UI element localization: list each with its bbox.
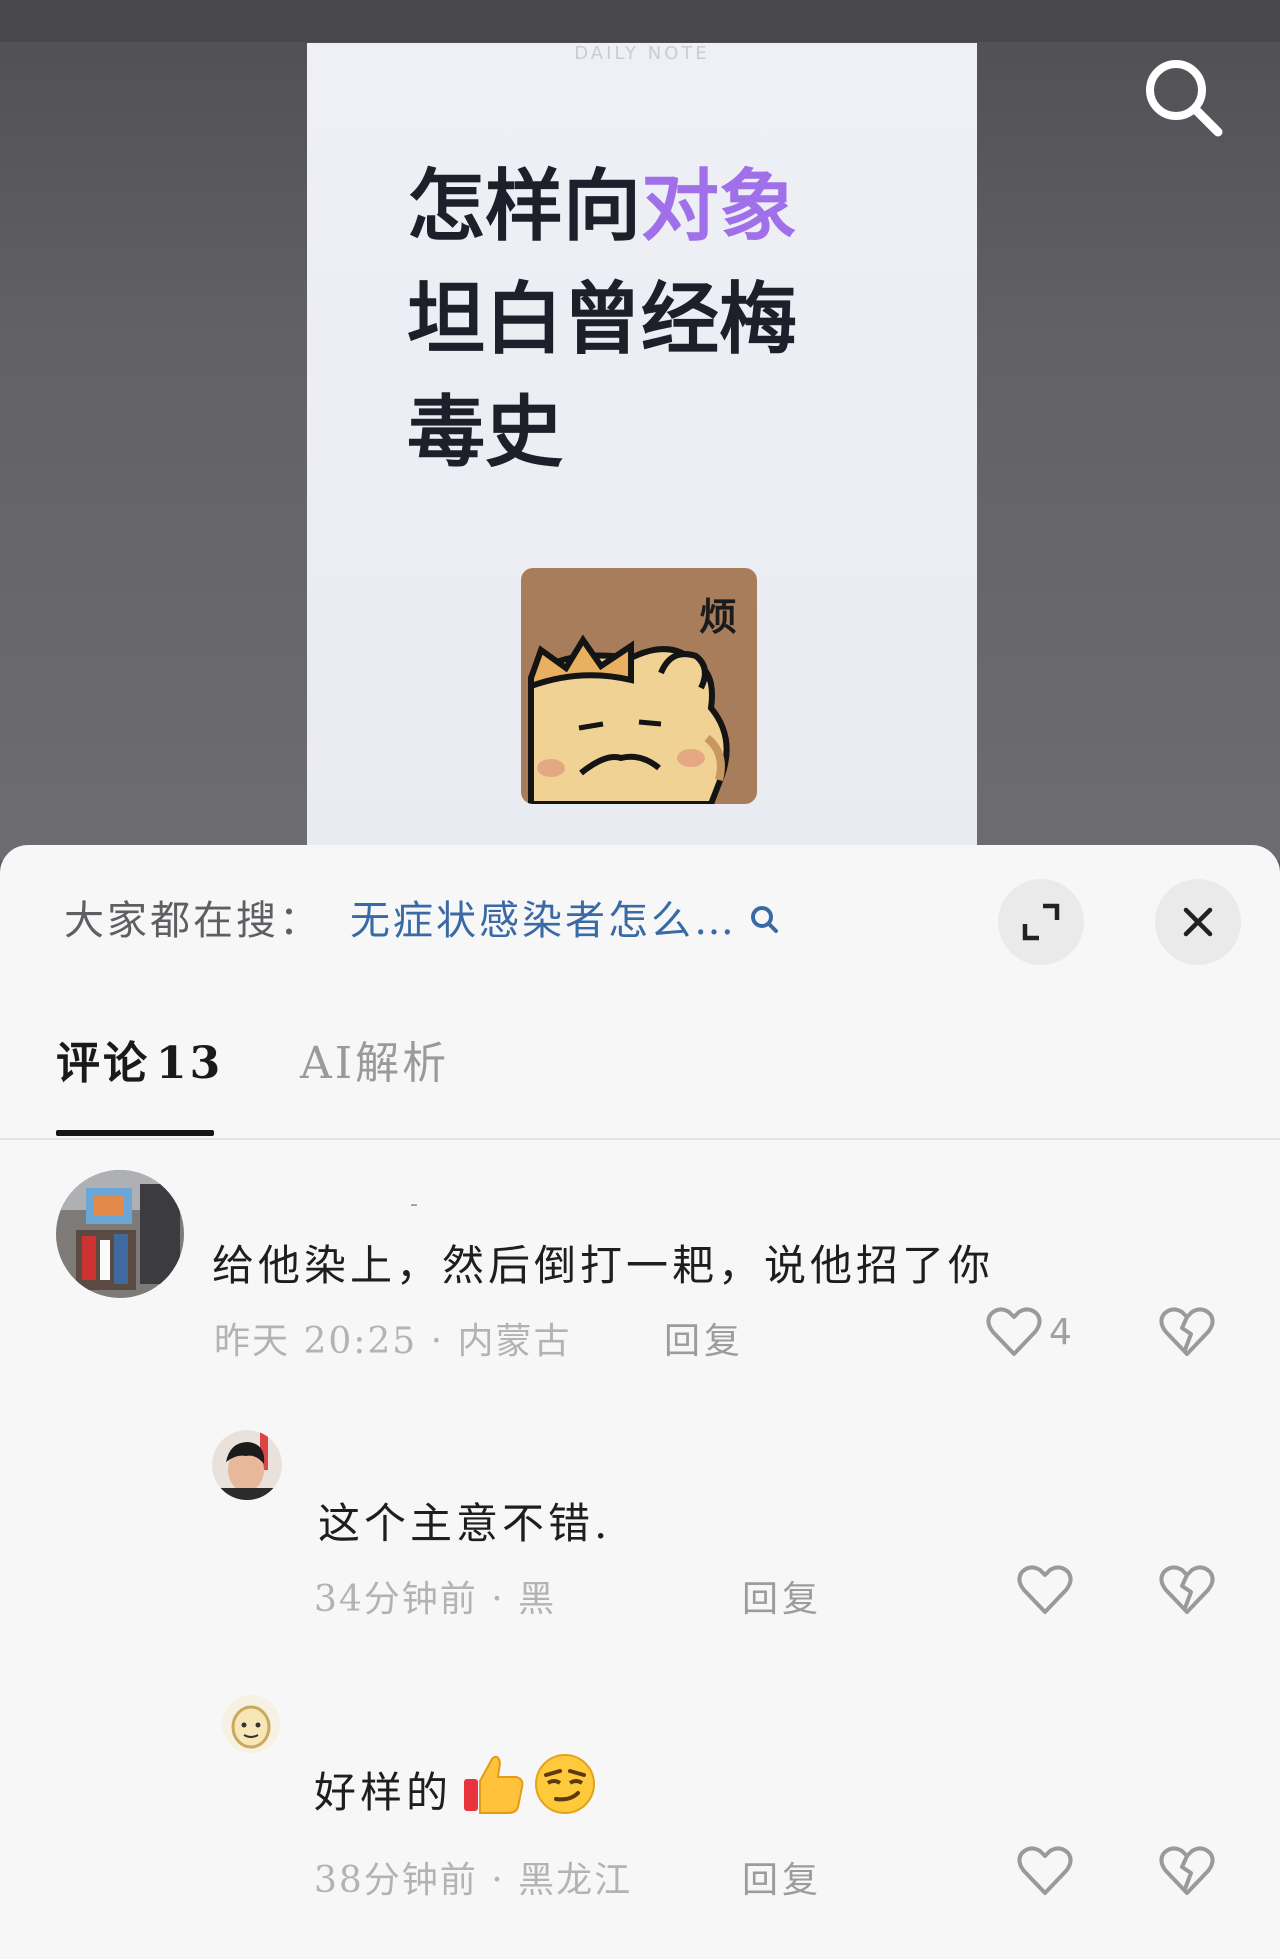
post-title: 怎样向对象 坦白曾经梅 毒史 bbox=[407, 151, 927, 490]
tab-comments-count: 13 bbox=[156, 1038, 224, 1089]
reply-item: 好样的 38分钟前 · 黑龙江 回复 bbox=[0, 1695, 1280, 1925]
comment-item: - 给他染上，然后倒打一耙，说他招了你 昨天 20:25 · 内蒙古 回复 4 bbox=[0, 1170, 1280, 1370]
post-title-highlight: 对象 bbox=[641, 162, 798, 252]
post-media-area: DAILY NOTE 怎样向对象 坦白曾经梅 毒史 烦 bbox=[0, 0, 1280, 860]
active-tab-indicator bbox=[56, 1130, 214, 1136]
like-count: 4 bbox=[1049, 1311, 1072, 1353]
search-small-icon bbox=[747, 900, 781, 934]
like-button[interactable] bbox=[1016, 1843, 1074, 1899]
avatar[interactable] bbox=[212, 1430, 282, 1500]
trending-search-query[interactable]: 无症状感染者怎么… bbox=[350, 888, 737, 946]
dislike-button[interactable] bbox=[1158, 1562, 1216, 1622]
reply-text: 这个主意不错. bbox=[318, 1499, 612, 1548]
tab-comments-label: 评论 bbox=[56, 1038, 150, 1089]
tab-ai-label: AI解析 bbox=[300, 1038, 450, 1089]
thumbs-up-icon bbox=[460, 1751, 526, 1827]
search-icon bbox=[1146, 60, 1223, 137]
post-title-line1: 怎样向 bbox=[407, 162, 642, 252]
post-image-card[interactable]: DAILY NOTE 怎样向对象 坦白曾经梅 毒史 烦 bbox=[307, 43, 977, 853]
broken-heart-icon bbox=[1159, 1846, 1215, 1895]
note-watermark: DAILY NOTE bbox=[574, 43, 710, 64]
heart-icon bbox=[1017, 1565, 1073, 1614]
reply-button[interactable]: 回复 bbox=[664, 1312, 744, 1364]
trending-search-label: 大家都在搜： bbox=[64, 898, 322, 944]
like-button[interactable] bbox=[1016, 1562, 1074, 1618]
sticker-caption: 烦 bbox=[698, 595, 737, 639]
annoyed-bear-sticker: 烦 bbox=[521, 568, 757, 804]
reply-button[interactable]: 回复 bbox=[742, 1851, 822, 1903]
heart-icon bbox=[986, 1307, 1042, 1356]
reply-meta: 38分钟前 · 黑龙江 bbox=[314, 1860, 633, 1901]
close-icon bbox=[1183, 907, 1213, 937]
comments-sheet: 大家都在搜： 无症状感染者怎么… 评论 13 AI解析 - 给他染上，然后倒打一… bbox=[0, 845, 1280, 1959]
tab-comments[interactable]: 评论 13 bbox=[56, 1027, 223, 1091]
expand-icon bbox=[1022, 903, 1060, 941]
avatar[interactable] bbox=[56, 1170, 184, 1298]
broken-heart-icon bbox=[1159, 1565, 1215, 1614]
tab-ai-analysis[interactable]: AI解析 bbox=[300, 1027, 449, 1091]
dislike-button[interactable] bbox=[1158, 1304, 1216, 1364]
like-button[interactable]: 4 bbox=[985, 1304, 1072, 1360]
trending-search-bar[interactable]: 大家都在搜： 无症状感染者怎么… bbox=[64, 887, 781, 947]
reply-time: 38分钟前 bbox=[314, 1860, 478, 1901]
comment-time: 昨天 20:25 bbox=[214, 1321, 418, 1362]
reply-text-content: 好样的 bbox=[314, 1767, 453, 1817]
reply-time: 34分钟前 bbox=[314, 1579, 478, 1620]
reply-text: 好样的 bbox=[314, 1751, 598, 1827]
search-button[interactable] bbox=[1136, 50, 1232, 146]
comment-meta: 昨天 20:25 · 内蒙古 bbox=[214, 1321, 572, 1362]
post-title-line3: 毒史 bbox=[407, 388, 564, 478]
reply-location: 黑 bbox=[518, 1579, 557, 1620]
tabs-divider bbox=[0, 1138, 1280, 1140]
comment-location: 内蒙古 bbox=[457, 1321, 572, 1362]
expand-button[interactable] bbox=[998, 879, 1084, 965]
reply-button[interactable]: 回复 bbox=[742, 1570, 822, 1622]
broken-heart-icon bbox=[1159, 1307, 1215, 1356]
reply-item: 这个主意不错. 34分钟前 · 黑 回复 bbox=[0, 1430, 1280, 1630]
close-button[interactable] bbox=[1155, 879, 1241, 965]
comment-text: 给他染上，然后倒打一耙，说他招了你 bbox=[212, 1241, 995, 1290]
status-strip bbox=[0, 0, 1280, 42]
reply-location: 黑龙江 bbox=[518, 1860, 633, 1901]
heart-icon bbox=[1017, 1846, 1073, 1895]
dislike-button[interactable] bbox=[1158, 1843, 1216, 1903]
avatar[interactable] bbox=[222, 1695, 280, 1753]
comment-username[interactable]: - bbox=[410, 1192, 418, 1217]
smirk-face-icon bbox=[532, 1751, 598, 1827]
reply-meta: 34分钟前 · 黑 bbox=[314, 1579, 557, 1620]
post-title-line2: 坦白曾经梅 bbox=[407, 275, 798, 365]
